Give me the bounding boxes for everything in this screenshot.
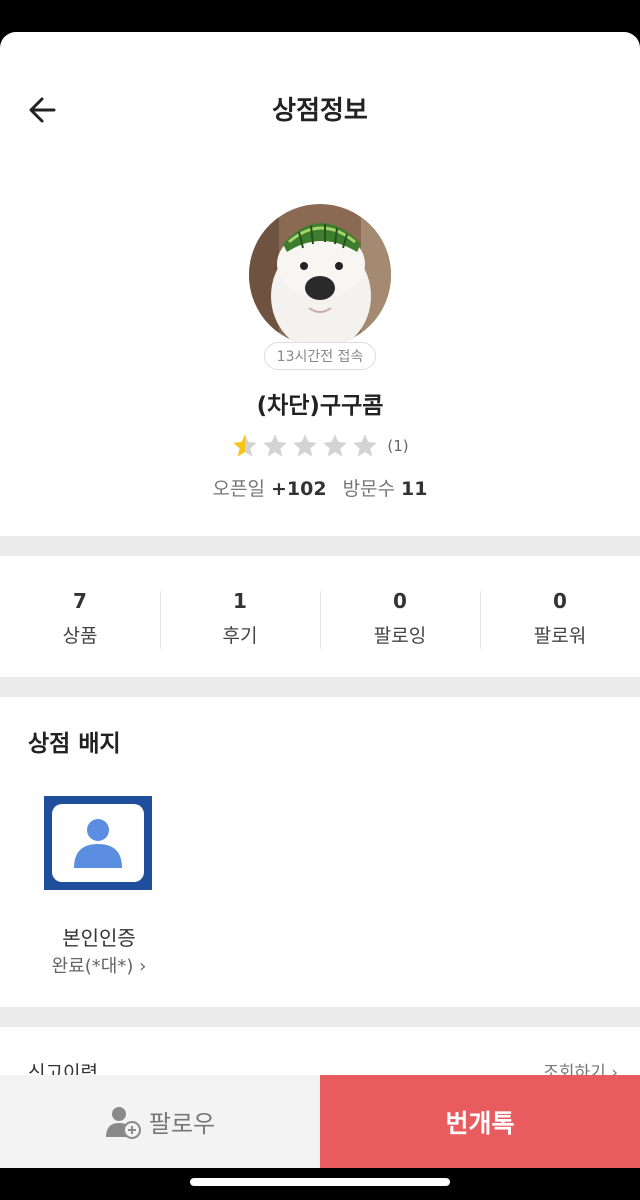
star-half-icon [233,434,258,457]
follow-button[interactable]: 팔로우 [0,1075,320,1168]
page-title: 상점정보 [272,96,368,126]
visit-value: 11 [401,478,428,500]
stat-number: 1 [233,589,247,613]
section-divider [0,1007,640,1027]
star-empty-icon [323,434,348,457]
stat-label: 팔로워 [533,625,587,647]
store-info-sheet: 상점정보 13시간전 접속 (차단)구구콤 (1) 오픈일 +102 방문수 1… [0,32,640,1168]
stat-following[interactable]: 0 팔로잉 [320,557,480,677]
home-indicator[interactable] [190,1178,450,1186]
star-empty-icon [353,434,378,457]
open-label: 오픈일 [212,478,265,500]
header: 상점정보 [0,32,640,182]
stat-label: 후기 [222,625,258,647]
stat-followers[interactable]: 0 팔로워 [480,557,640,677]
bottom-bar: 팔로우 번개톡 [0,1075,640,1168]
stats-row: 7 상품 1 후기 0 팔로잉 0 팔로워 [0,557,640,677]
store-name: (차단)구구콤 [256,393,384,419]
badges-title: 상점 배지 [28,731,121,757]
star-empty-icon [293,434,318,457]
chevron-right-icon: › [139,956,147,977]
stat-number: 7 [73,589,87,613]
chat-button[interactable]: 번개톡 [320,1075,640,1168]
badge-name: 본인인증 [62,926,136,950]
open-value: +102 [270,478,327,500]
identity-badge[interactable] [44,796,152,890]
rating-count: (1) [387,437,409,455]
stat-number: 0 [553,589,567,613]
user-plus-icon [105,1106,141,1139]
star-empty-icon [263,434,288,457]
badge-status: 완료(*대*) [51,956,134,977]
stat-label: 상품 [62,625,98,647]
stat-number: 0 [393,589,407,613]
section-divider [0,536,640,556]
rating-stars: (1) [0,432,640,460]
chat-label: 번개톡 [445,1108,515,1138]
stat-products[interactable]: 7 상품 [0,557,160,677]
store-meta: 오픈일 +102 방문수 11 [0,474,640,501]
profile-section: 13시간전 접속 (차단)구구콤 (1) 오픈일 +102 방문수 11 [0,204,640,501]
avatar[interactable] [249,204,391,346]
badge-status-link[interactable]: 완료(*대*) › [30,952,168,978]
last-access-badge: 13시간전 접속 [263,342,377,370]
visit-label: 방문수 [342,478,396,500]
stat-label: 팔로잉 [373,625,427,647]
stat-reviews[interactable]: 1 후기 [160,557,320,677]
id-card-icon [44,796,152,890]
section-divider [0,677,640,697]
follow-label: 팔로우 [148,1110,216,1138]
